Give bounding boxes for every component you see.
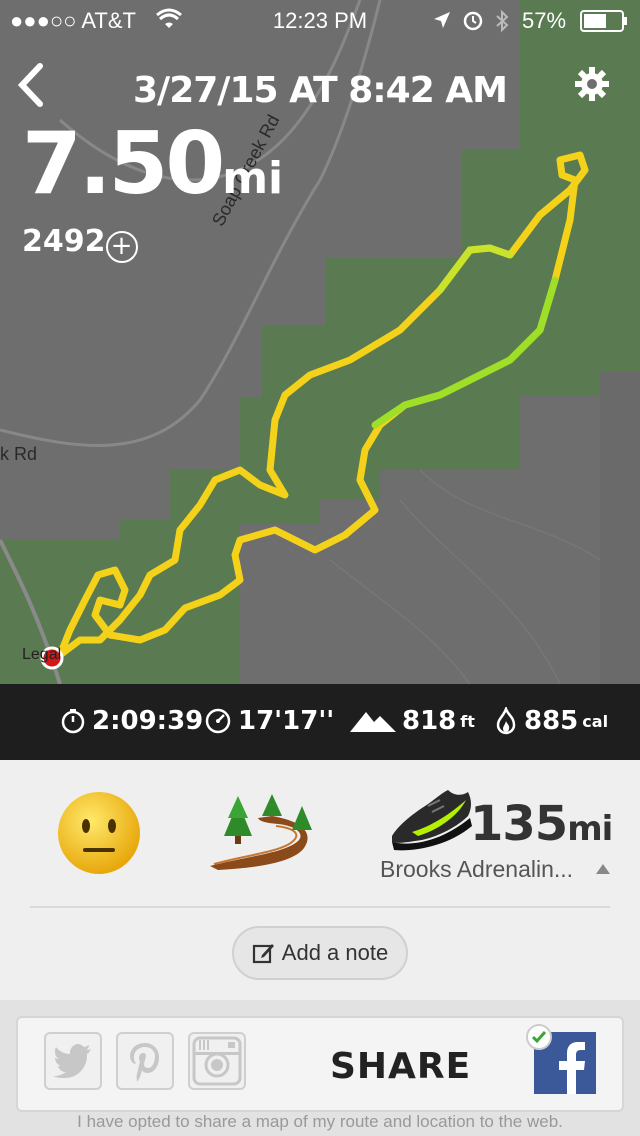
shoe-distance: 135mi [470,796,613,852]
stat-pace: 17'17'' [204,706,334,736]
instagram-icon [192,1036,242,1086]
twitter-button[interactable] [44,1032,102,1090]
pinterest-icon [130,1043,159,1081]
duration-value: 2:09:39 [92,706,204,736]
stat-elevation: 818 ft [350,706,475,736]
flame-icon [494,707,518,735]
calories-unit: cal [582,711,609,731]
shoe-image[interactable] [388,786,474,861]
shoe-icon [392,790,472,851]
mood-button[interactable] [56,790,142,881]
share-disclaimer: I have opted to share a map of my route … [77,1112,563,1131]
distance-value: 7.50 [22,114,225,214]
terrain-button[interactable] [208,792,318,877]
shoe-name-dropdown[interactable]: Brooks Adrenalin... [380,856,573,883]
pinterest-button[interactable] [116,1032,174,1090]
gear-icon [575,67,609,101]
battery-percent: 57% [522,8,567,33]
add-note-button[interactable]: Add a note [232,926,408,980]
battery-icon [580,10,628,38]
road-label-partial: k Rd [0,444,38,464]
alarm-icon [462,9,484,37]
stats-bar: 2:09:39 17'17'' 818 ft 885 cal [0,684,640,760]
share-button[interactable]: SHARE [330,1046,471,1087]
page-title: 3/27/15 AT 8:42 AM [133,70,508,111]
shoe-distance-value: 135 [470,796,568,852]
fuel-value: 2492 [22,224,106,259]
bluetooth-icon [494,9,510,39]
divider [30,906,610,908]
stopwatch-icon [60,708,86,734]
pace-value: 17'17'' [238,706,335,736]
distance-unit: mi [222,153,284,204]
elevation-unit: ft [460,711,475,731]
elevation-value: 818 [402,706,457,736]
dropdown-caret-icon [596,864,610,874]
stat-calories: 885 cal [494,706,608,736]
map-legal-link[interactable]: Legal [22,646,61,664]
selected-check-icon [526,1024,552,1050]
neutral-face-icon [58,792,140,874]
speedometer-icon [204,707,232,735]
plus-circle-icon: + [105,231,138,263]
edit-icon [252,944,274,964]
status-bar: ●●●○○ AT&T 12:23 PM 57% [0,0,640,40]
calories-value: 885 [524,706,579,736]
fuel-points[interactable]: 2492 + [22,224,138,263]
trail-icon [210,794,312,870]
add-note-label: Add a note [281,940,389,965]
twitter-icon [53,1044,91,1078]
shoe-distance-unit: mi [567,809,613,849]
mountain-icon [350,708,396,734]
instagram-button[interactable] [188,1032,246,1090]
stat-duration: 2:09:39 [60,706,203,736]
settings-button[interactable] [572,64,612,104]
run-distance: 7.50mi [22,114,283,214]
location-arrow-icon [432,10,452,36]
